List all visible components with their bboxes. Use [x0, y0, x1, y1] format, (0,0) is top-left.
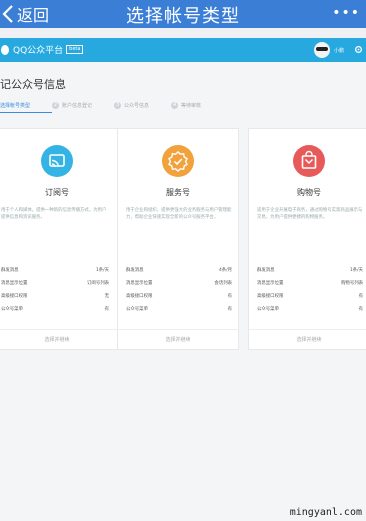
- rss-icon: [41, 145, 73, 177]
- feature-value: 有: [104, 307, 109, 312]
- feature-value: 有: [227, 307, 232, 312]
- platform-logo[interactable]: QQ公众平台 beta: [0, 43, 84, 56]
- feature-row: 高级接口权限 有: [126, 293, 232, 306]
- step-3: 3 公众号信息: [114, 102, 149, 109]
- card-description: 适用于企业开展电子商务，通过购物号实现商品展示与交易，为用户提供便捷的购物服务。: [257, 208, 363, 220]
- avatar: [313, 42, 330, 58]
- step-1: 选择帐号类型: [0, 102, 30, 109]
- select-button[interactable]: 选择并继续: [249, 329, 366, 349]
- feature-row: 公众号菜单 有: [257, 306, 363, 319]
- feature-value: 4条/月: [218, 268, 232, 273]
- feature-row: 群发消息 4条/月: [126, 267, 232, 280]
- feature-label: 群发消息: [1, 268, 19, 273]
- card-description: 用于个人和媒体，提供一种新的信息传播方式，为用户提供信息和资讯服务。: [1, 208, 107, 220]
- feature-label: 消息显示位置: [126, 281, 153, 286]
- feature-row: 高级接口权限 无: [1, 293, 109, 306]
- feature-row: 群发消息 1条/天: [1, 267, 109, 280]
- username: 小鹏: [333, 47, 344, 54]
- feature-label: 高级接口权限: [257, 294, 284, 299]
- step-4-label: 等待审核: [181, 103, 202, 109]
- step-1-label: 选择帐号类型: [0, 103, 31, 109]
- feature-row: 消息显示位置 订阅号列表: [1, 280, 109, 293]
- account-type-card-subscription[interactable]: 订阅号 用于个人和媒体，提供一种新的信息传播方式，为用户提供信息和资讯服务。 群…: [0, 128, 118, 350]
- card-title: 购物号: [297, 188, 321, 197]
- user-menu[interactable]: 小鹏: [313, 42, 344, 58]
- more-menu-button[interactable]: •••: [332, 5, 360, 21]
- account-type-card-shopping[interactable]: 购物号 适用于企业开展电子商务，通过购物号实现商品展示与交易，为用户提供便捷的购…: [248, 128, 366, 350]
- feature-label: 群发消息: [126, 268, 144, 273]
- feature-label: 高级接口权限: [1, 294, 28, 299]
- shopping-bag-icon: [293, 145, 325, 177]
- feature-label: 高级接口权限: [126, 294, 153, 299]
- card-title: 订阅号: [45, 188, 69, 197]
- step-3-label: 公众号信息: [124, 103, 150, 109]
- watermark: mingyanl.com: [289, 507, 362, 518]
- step-2-label: 账户信息登记: [62, 103, 93, 109]
- step-4-number: 4: [171, 102, 179, 109]
- card-title: 服务号: [166, 188, 190, 197]
- section-title: 记公众号信息: [0, 78, 66, 91]
- feature-value: 有: [227, 294, 232, 299]
- feature-row: 消息显示位置 购物号列表: [257, 280, 363, 293]
- feature-value: 无: [104, 294, 109, 299]
- account-type-card-service[interactable]: 服务号 用于企业和组织，提供更强大的业务服务与用户管理能力，帮助企业快速实现全新…: [117, 128, 239, 350]
- feature-row: 群发消息 1条/天: [257, 267, 363, 280]
- feature-label: 群发消息: [257, 268, 275, 273]
- feature-row: 公众号菜单 有: [126, 306, 232, 319]
- feature-row: 公众号菜单 有: [1, 306, 109, 319]
- feature-label: 公众号菜单: [126, 307, 148, 312]
- select-button[interactable]: 选择并继续: [118, 329, 238, 349]
- feature-value: 订阅号列表: [87, 281, 109, 286]
- step-4: 4 等待审核: [171, 102, 201, 109]
- feature-label: 消息显示位置: [257, 281, 284, 286]
- platform-name: QQ公众平台: [13, 46, 64, 56]
- card-description: 用于企业和组织，提供更强大的业务服务与用户管理能力，帮助企业快速实现全新的公众号…: [126, 208, 232, 220]
- step-3-number: 3: [114, 102, 122, 109]
- active-step-underline: [0, 112, 52, 113]
- feature-value: 购物号列表: [341, 281, 363, 286]
- feature-value: 1条/天: [349, 268, 363, 273]
- select-button[interactable]: 选择并继续: [0, 329, 117, 349]
- feature-label: 公众号菜单: [257, 307, 279, 312]
- feature-value: 1条/天: [95, 268, 109, 273]
- beta-badge: beta: [66, 45, 84, 54]
- step-2: 2 账户信息登记: [52, 102, 92, 109]
- feature-label: 消息显示位置: [1, 281, 28, 286]
- gear-icon[interactable]: [354, 45, 363, 54]
- feature-list: 群发消息 4条/月 消息显示位置 会话列表 高级接口权限有 公众号菜单有: [126, 267, 232, 319]
- page-title: 选择帐号类型: [126, 6, 240, 27]
- feature-list: 群发消息 1条/天 消息显示位置 购物号列表 高级接口权限有 公众号菜单有: [257, 267, 363, 319]
- feature-label: 公众号菜单: [1, 307, 23, 312]
- feature-row: 高级接口权限 有: [257, 293, 363, 306]
- app: 返回 选择帐号类型 ••• QQ公众平台 beta 小鹏 记公众号信息 选择帐号…: [0, 0, 366, 521]
- feature-value: 有: [358, 307, 363, 312]
- step-2-number: 2: [52, 102, 60, 109]
- platform-header: QQ公众平台 beta 小鹏: [0, 38, 366, 62]
- top-app-bar: 返回 选择帐号类型 •••: [0, 0, 366, 28]
- qq-penguin-icon: [1, 44, 9, 55]
- feature-value: 有: [358, 294, 363, 299]
- feature-row: 消息显示位置 会话列表: [126, 280, 232, 293]
- feature-value: 会话列表: [214, 281, 232, 286]
- main-content: 记公众号信息 选择帐号类型 2 账户信息登记 3 公众号信息 4 等待审核 订阅…: [0, 62, 366, 521]
- badge-check-icon: [162, 145, 194, 177]
- feature-list: 群发消息 1条/天 消息显示位置 订阅号列表 高级接口权限 无 公众号菜单 有: [1, 267, 109, 319]
- progress-steps: 选择帐号类型 2 账户信息登记 3 公众号信息 4 等待审核: [0, 102, 366, 109]
